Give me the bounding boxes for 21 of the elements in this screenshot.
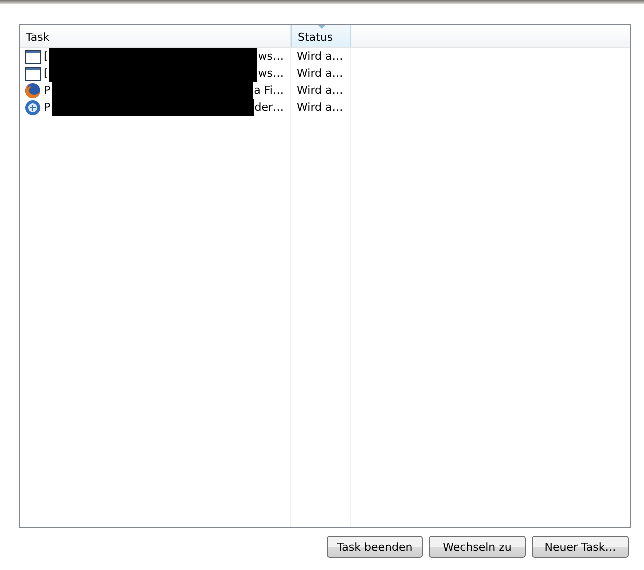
globe-icon bbox=[25, 82, 41, 98]
sort-caret-icon bbox=[318, 25, 326, 29]
task-name-end: ws… bbox=[258, 50, 285, 63]
status-cell: Wird a… bbox=[297, 101, 344, 114]
task-name-start: P bbox=[44, 84, 51, 97]
column-header[interactable]: Status bbox=[291, 25, 351, 47]
dialog-button[interactable]: Neuer Task… bbox=[532, 536, 629, 558]
window-icon bbox=[25, 66, 41, 82]
task-name-start: [ bbox=[44, 50, 48, 63]
task-name-end: ws… bbox=[258, 67, 285, 80]
dialog-button[interactable]: Task beenden bbox=[327, 536, 423, 558]
status-cell: Wird a… bbox=[297, 50, 344, 63]
task-name-end: der… bbox=[254, 101, 285, 114]
status-cell: Wird a… bbox=[297, 84, 344, 97]
status-cell: Wird a… bbox=[297, 67, 344, 80]
task-name-start: P bbox=[44, 101, 51, 114]
dialog-button[interactable]: Wechseln zu bbox=[429, 536, 526, 558]
globe-icon bbox=[25, 100, 41, 116]
task-name-end: a Fi… bbox=[254, 84, 285, 97]
task-name-start: [ bbox=[44, 67, 48, 80]
window-icon bbox=[25, 48, 41, 64]
